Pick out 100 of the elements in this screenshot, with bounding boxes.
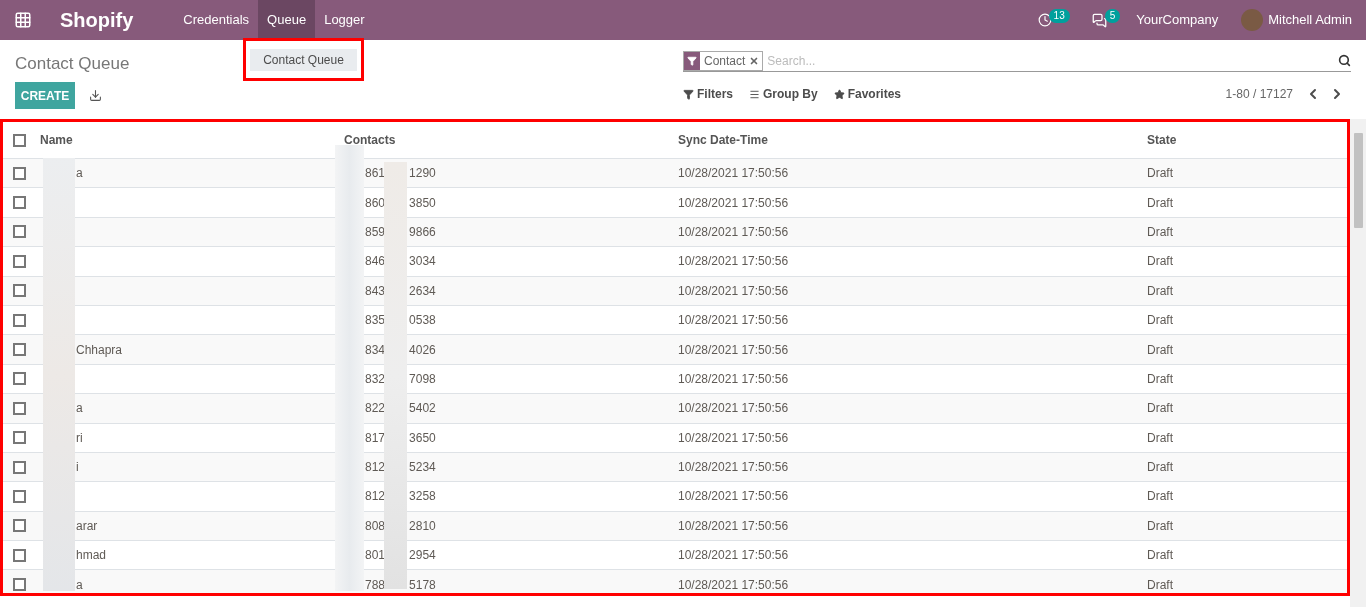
table-cell-text: a (76, 576, 83, 593)
table-cell-text: Chhapra (76, 341, 123, 359)
table-cell-text: 788 (365, 576, 386, 593)
table-cell-text: 835 (365, 312, 386, 330)
table-cell-text: 10/28/2021 17:50:56 (678, 547, 790, 565)
table-cell-text: arar (76, 517, 98, 535)
menu-item[interactable]: Queue (258, 0, 316, 40)
checkbox[interactable] (13, 519, 26, 533)
table-cell-text: Draft (1147, 459, 1173, 477)
table-cell-text: Draft (1147, 370, 1173, 388)
table-cell-text: Draft (1147, 517, 1173, 535)
avatar (1241, 9, 1264, 31)
column-header[interactable]: Sync Date-Time (678, 131, 1147, 149)
table-cell-text: Draft (1147, 429, 1173, 447)
messages-badge: 5 (1104, 9, 1121, 23)
checkbox[interactable] (13, 372, 26, 386)
search-field[interactable]: Contact Search... (683, 50, 1351, 72)
table-cell-text: 812 (365, 488, 386, 506)
checkbox[interactable] (13, 460, 26, 474)
table-cell-text: 822 (365, 400, 386, 418)
scrollbar[interactable] (1350, 119, 1366, 607)
search-icon[interactable] (1338, 54, 1351, 67)
table-cell-text: 10/28/2021 17:50:56 (678, 370, 790, 388)
checkbox[interactable] (13, 196, 26, 210)
table-cell-text: 7098 (409, 370, 436, 388)
table-cell-text: 10/28/2021 17:50:56 (678, 165, 790, 183)
table-cell-text: 10/28/2021 17:50:56 (678, 341, 790, 359)
checkbox[interactable] (13, 431, 26, 445)
checkbox[interactable] (13, 490, 26, 503)
table-cell-text: 0538 (409, 312, 436, 330)
search-input[interactable]: Search... (767, 51, 1338, 70)
table-cell-text: 808 (365, 517, 386, 535)
table-cell-text: hmad (76, 547, 107, 565)
table-cell-text: Draft (1147, 282, 1173, 300)
filter-facet[interactable]: Contact (683, 50, 764, 71)
table-cell-text: 801 (365, 547, 386, 565)
table-cell-text: 5178 (409, 576, 436, 593)
table-cell-text: 10/28/2021 17:50:56 (678, 576, 790, 593)
apps-menu-icon[interactable] (13, 10, 33, 30)
checkbox[interactable] (13, 254, 26, 268)
table-cell-text: 10/28/2021 17:50:56 (678, 459, 790, 477)
table-cell-text: Draft (1147, 576, 1173, 593)
table-cell-text: 5234 (409, 459, 436, 477)
column-header[interactable]: Name (40, 131, 344, 149)
user-menu[interactable]: Mitchell Admin (1268, 10, 1352, 30)
table-cell-text: 817 (365, 429, 386, 447)
table-cell-text: 10/28/2021 17:50:56 (678, 488, 790, 506)
table-cell-text: Draft (1147, 165, 1173, 183)
list-icon (749, 88, 760, 100)
table-cell-text: ri (76, 429, 83, 447)
filter-menu-button[interactable]: Filters (683, 85, 733, 103)
checkbox[interactable] (13, 313, 26, 327)
table-cell-text: 860 (365, 194, 386, 212)
table-cell-text: 10/28/2021 17:50:56 (678, 312, 790, 330)
table-cell-text: 832 (365, 370, 386, 388)
filter-menu-button[interactable]: Favorites (833, 85, 902, 103)
table-cell-text: Draft (1147, 400, 1173, 418)
table-cell-text: 10/28/2021 17:50:56 (678, 517, 790, 535)
table-cell-text: 812 (365, 459, 386, 477)
table-cell-text: a (76, 400, 83, 418)
remove-icon[interactable] (749, 55, 760, 66)
table-cell-text: 843 (365, 282, 386, 300)
table-cell-text: 10/28/2021 17:50:56 (678, 194, 790, 212)
table-cell-text: 3034 (409, 253, 436, 271)
table-cell-text: 4026 (409, 341, 436, 359)
company-switcher[interactable]: YourCompany (1136, 10, 1219, 30)
activity-icon[interactable] (1037, 13, 1052, 27)
checkbox[interactable] (13, 225, 26, 239)
table-cell-text: 2954 (409, 547, 436, 565)
column-header[interactable]: Contacts (344, 131, 678, 149)
menu-item[interactable]: Logger (315, 0, 374, 40)
table-cell-text: Draft (1147, 223, 1173, 241)
table-cell-text: 3650 (409, 429, 436, 447)
table-cell-text: Draft (1147, 194, 1173, 212)
menu-item[interactable]: Credentials (174, 0, 259, 40)
table-cell-text: Draft (1147, 312, 1173, 330)
checkbox[interactable] (13, 548, 26, 562)
checkbox[interactable] (13, 578, 26, 592)
checkbox[interactable] (13, 133, 26, 147)
checkbox[interactable] (13, 343, 26, 357)
filter-menu-button[interactable]: Group By (749, 85, 818, 103)
table-cell-text: 10/28/2021 17:50:56 (678, 223, 790, 241)
app-title: Shopify (60, 8, 134, 33)
table-cell-text: 3850 (409, 194, 436, 212)
breadcrumb: Contact Queue (15, 53, 130, 73)
dropdown-item[interactable]: Contact Queue (250, 48, 357, 71)
table-cell-text: Draft (1147, 253, 1173, 271)
table-cell-text: 10/28/2021 17:50:56 (678, 429, 790, 447)
table-cell-text: 10/28/2021 17:50:56 (678, 253, 790, 271)
checkbox[interactable] (13, 166, 26, 180)
table-cell-text: 834 (365, 341, 386, 359)
table-cell-text: 3258 (409, 488, 436, 506)
filter-icon (683, 88, 694, 100)
table-cell-text: 1290 (409, 165, 436, 183)
download-icon[interactable] (89, 89, 102, 102)
table-cell-text: Draft (1147, 547, 1173, 565)
checkbox[interactable] (13, 401, 26, 415)
messages-icon[interactable] (1091, 12, 1107, 28)
checkbox[interactable] (13, 284, 26, 298)
column-header[interactable]: State (1147, 131, 1177, 149)
